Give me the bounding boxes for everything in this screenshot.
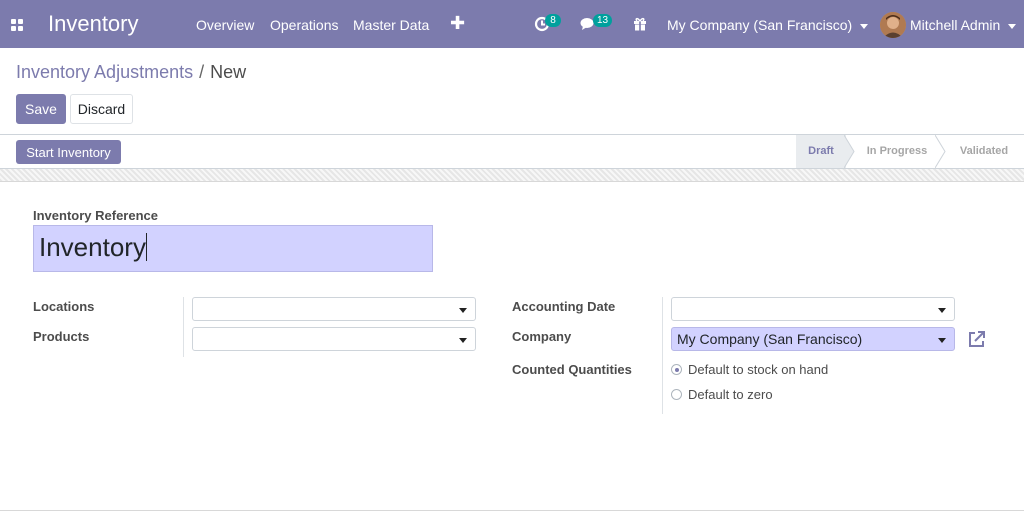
counted-quantities-label: Counted Quantities <box>512 362 632 377</box>
chevron-down-icon <box>860 23 869 29</box>
caret-down-icon <box>938 338 946 343</box>
discard-button[interactable]: Discard <box>70 94 133 124</box>
messages-badge: 13 <box>593 14 613 27</box>
field-divider <box>183 297 184 357</box>
start-inventory-button[interactable]: Start Inventory <box>16 140 121 164</box>
products-label: Products <box>33 329 90 344</box>
stage-draft[interactable]: Draft <box>796 135 846 168</box>
menu-overview[interactable]: Overview <box>196 17 254 33</box>
company-switcher[interactable]: My Company (San Francisco) <box>667 17 869 33</box>
text-cursor <box>145 233 147 261</box>
stage-validated[interactable]: Validated <box>950 135 1018 168</box>
sheet-bottom-border <box>0 510 1024 511</box>
caret-down-icon <box>459 338 467 343</box>
company-switcher-label: My Company (San Francisco) <box>667 17 853 33</box>
accounting-date-label: Accounting Date <box>512 299 616 314</box>
apps-grid-icon[interactable] <box>11 19 23 31</box>
breadcrumb-current: New <box>210 62 247 82</box>
breadcrumb-separator: / <box>199 62 205 82</box>
reference-label: Inventory Reference <box>33 208 158 223</box>
radio-unchecked-icon[interactable] <box>671 389 682 400</box>
stage-in-progress[interactable]: In Progress <box>858 135 936 168</box>
radio-default-stock-label: Default to stock on hand <box>688 362 829 377</box>
radio-default-stock[interactable]: Default to stock on hand <box>671 362 828 377</box>
reference-input[interactable]: Inventory <box>33 225 433 272</box>
sheet-background <box>0 169 1024 182</box>
company-select[interactable]: My Company (San Francisco) <box>671 327 955 351</box>
breadcrumb: Inventory Adjustments / New <box>16 62 246 83</box>
breadcrumb-parent[interactable]: Inventory Adjustments <box>16 62 193 82</box>
caret-down-icon <box>459 308 467 313</box>
status-bar: Start Inventory Draft In Progress Valida… <box>0 134 1024 169</box>
save-button[interactable]: Save <box>16 94 66 124</box>
radio-default-zero-label: Default to zero <box>688 387 773 402</box>
stage-separator <box>844 135 855 168</box>
activities-badge: 8 <box>545 14 561 27</box>
accounting-date-select[interactable] <box>671 297 955 321</box>
app-title[interactable]: Inventory <box>48 11 139 37</box>
field-divider <box>662 297 663 414</box>
user-name: Mitchell Admin <box>910 17 1001 33</box>
menu-master-data[interactable]: Master Data <box>353 17 429 33</box>
reference-value: Inventory <box>39 232 146 262</box>
top-navbar: Inventory Overview Operations Master Dat… <box>0 0 1024 48</box>
radio-checked-icon[interactable] <box>671 364 682 375</box>
plus-icon[interactable]: ✚ <box>450 13 465 34</box>
products-select[interactable] <box>192 327 476 351</box>
locations-select[interactable] <box>192 297 476 321</box>
company-select-value: My Company (San Francisco) <box>677 331 863 347</box>
user-menu[interactable]: Mitchell Admin <box>910 17 1017 33</box>
gift-icon[interactable] <box>633 15 647 33</box>
chevron-down-icon <box>1008 23 1017 29</box>
radio-default-zero[interactable]: Default to zero <box>671 387 773 402</box>
caret-down-icon <box>938 308 946 313</box>
stage-separator <box>935 135 946 168</box>
locations-label: Locations <box>33 299 95 314</box>
menu-operations[interactable]: Operations <box>270 17 338 33</box>
company-label: Company <box>512 329 572 344</box>
avatar[interactable] <box>880 12 906 38</box>
external-link-icon[interactable] <box>967 330 986 349</box>
